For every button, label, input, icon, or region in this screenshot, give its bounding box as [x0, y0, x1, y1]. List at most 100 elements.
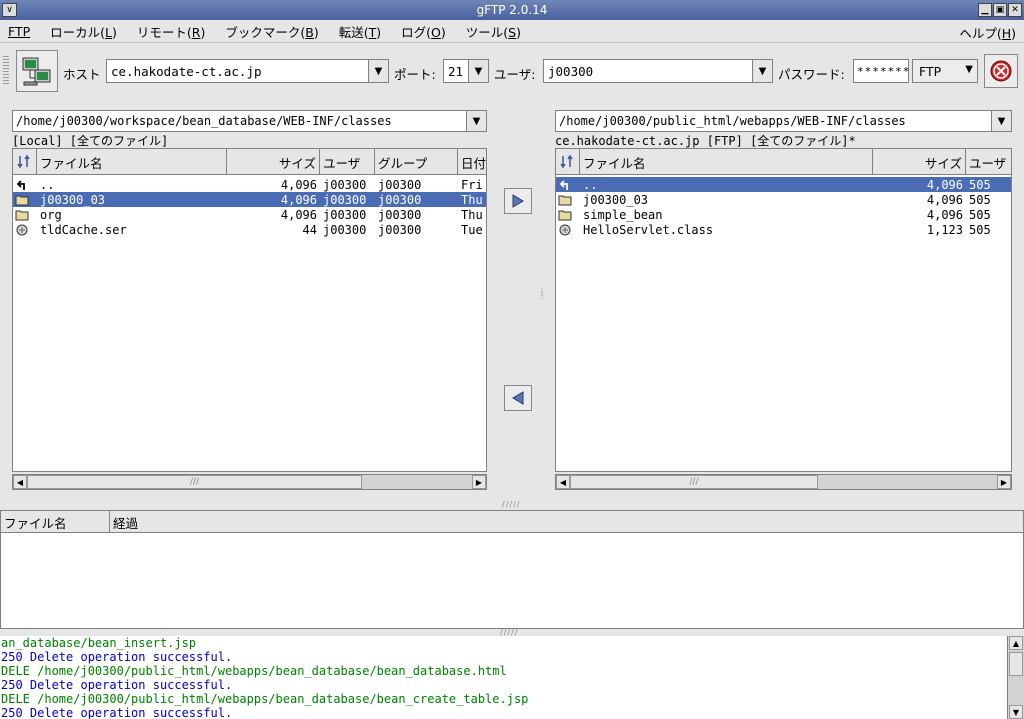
menu-log[interactable]: ログ(O) — [397, 22, 450, 41]
window-menu-icon[interactable]: ∨ — [2, 3, 17, 17]
upload-button[interactable] — [504, 188, 532, 214]
local-path-combo[interactable]: /home/j00300/workspace/bean_database/WEB… — [12, 110, 487, 132]
menu-help[interactable]: ヘルプ(H) — [959, 23, 1016, 42]
log-line: DELE /home/j00300/public_html/webapps/be… — [1, 692, 529, 706]
log-vscroll-thumb[interactable] — [1009, 652, 1023, 676]
minimize-icon[interactable]: ▁ — [978, 3, 992, 17]
local-file-list[interactable]: ファイル名 サイズ ユーザ グループ 日付 .. 4,096 j00300 j0030… — [12, 148, 487, 472]
title-bar: ∨ gFTP 2.0.14 ▁ ▣ ✕ — [0, 0, 1024, 20]
menu-bookmarks[interactable]: ブックマーク(B) — [221, 22, 322, 41]
remote-col-name[interactable]: ファイル名 — [580, 149, 873, 175]
up-dir-icon — [15, 179, 29, 191]
file-user: 505 — [969, 207, 991, 222]
log-line: DELE /home/j00300/public_html/webapps/be… — [1, 664, 507, 678]
scroll-up-icon[interactable]: ▲ — [1009, 636, 1023, 650]
scroll-down-icon[interactable]: ▼ — [1009, 705, 1023, 719]
menu-transfer[interactable]: 転送(T) — [335, 22, 385, 41]
local-hscrollbar[interactable]: ◀ /// ▶ — [12, 474, 487, 490]
pane-divider-grip[interactable]: ⋮⋮ — [538, 288, 546, 300]
remote-file-row[interactable]: HelloServlet.class 1,123 505 — [556, 222, 1011, 237]
maximize-icon[interactable]: ▣ — [993, 3, 1007, 17]
remote-file-row[interactable]: .. 4,096 505 — [556, 177, 1011, 192]
menu-ftp[interactable]: FTP — [4, 24, 34, 39]
local-file-row[interactable]: org 4,096 j00300 j00300 Thu — [13, 207, 486, 222]
remote-hscrollbar[interactable]: ◀ /// ▶ — [555, 474, 1012, 490]
file-date: Fri — [461, 177, 483, 192]
host-label: ホスト — [63, 67, 101, 82]
file-name: org — [40, 207, 62, 222]
queue-header: ファイル名 経過 — [1, 511, 1023, 533]
remote-path-combo[interactable]: /home/j00300/public_html/webapps/WEB-INF… — [555, 110, 1012, 132]
file-size: 4,096 — [926, 207, 963, 222]
menu-bar: FTP ローカル(L) リモート(R) ブックマーク(B) 転送(T) ログ(O… — [0, 20, 1024, 43]
file-date: Tue — [461, 222, 483, 237]
local-col-user[interactable]: ユーザ — [320, 149, 375, 175]
local-col-date[interactable]: 日付 — [458, 149, 486, 175]
local-list-header: ファイル名 サイズ ユーザ グループ 日付 — [13, 149, 486, 175]
file-size: 4,096 — [280, 192, 317, 207]
local-col-group[interactable]: グループ — [375, 149, 458, 175]
remote-file-list[interactable]: ファイル名 サイズ ユーザ .. 4,096 505 j00300_03 4,096 50… — [555, 148, 1012, 472]
scroll-right-icon[interactable]: ▶ — [472, 475, 486, 489]
local-file-row[interactable]: .. 4,096 j00300 j00300 Fri — [13, 177, 486, 192]
chevron-down-icon[interactable]: ▼ — [466, 111, 486, 131]
password-label: パスワード: — [778, 67, 845, 82]
remote-path-input[interactable]: /home/j00300/public_html/webapps/WEB-INF… — [556, 114, 991, 128]
menu-local[interactable]: ローカル(L) — [46, 22, 121, 41]
user-input[interactable]: j00300 — [544, 64, 752, 79]
sort-icon[interactable] — [556, 149, 580, 175]
remote-file-row[interactable]: simple_bean 4,096 505 — [556, 207, 1011, 222]
remote-hscroll-thumb[interactable]: /// — [570, 475, 818, 489]
chevron-down-icon: ▼ — [965, 64, 973, 75]
scroll-right-icon[interactable]: ▶ — [997, 475, 1011, 489]
remote-file-row[interactable]: j00300_03 4,096 505 — [556, 192, 1011, 207]
transfer-queue[interactable]: ファイル名 経過 — [0, 510, 1024, 629]
toolbar: ホスト ce.hakodate-ct.ac.jp ▼ ポート: 21 ▼ ユーザ… — [0, 44, 1024, 100]
pane-divider-grip[interactable]: ///// — [502, 500, 520, 509]
log-vscrollbar[interactable]: ▲ ▼ — [1007, 636, 1024, 719]
close-icon[interactable]: ✕ — [1008, 3, 1022, 17]
local-path-input[interactable]: /home/j00300/workspace/bean_database/WEB… — [13, 114, 466, 128]
log-view[interactable]: an_database/bean_insert.jsp 250 Delete op… — [0, 636, 1024, 719]
file-icon — [558, 224, 572, 236]
file-user: j00300 — [323, 222, 367, 237]
log-line: an_database/bean_insert.jsp — [1, 636, 197, 650]
user-combo[interactable]: j00300 ▼ — [543, 59, 773, 83]
toolbar-grip[interactable] — [3, 56, 9, 84]
file-group: j00300 — [378, 177, 422, 192]
chevron-down-icon[interactable]: ▼ — [752, 60, 772, 82]
disconnect-button[interactable] — [984, 54, 1018, 88]
chevron-down-icon[interactable]: ▼ — [368, 60, 388, 82]
folder-icon — [558, 194, 572, 206]
queue-col-progress[interactable]: 経過 — [110, 511, 1023, 533]
local-col-name[interactable]: ファイル名 — [37, 149, 227, 175]
file-user: 505 — [969, 192, 991, 207]
remote-col-user[interactable]: ユーザ — [966, 149, 1011, 175]
scroll-left-icon[interactable]: ◀ — [556, 475, 570, 489]
local-status: [Local] [全てのファイル] — [12, 134, 169, 148]
file-date: Thu — [461, 207, 483, 222]
chevron-down-icon[interactable]: ▼ — [468, 60, 488, 82]
local-col-size[interactable]: サイズ — [227, 149, 320, 175]
queue-col-filename[interactable]: ファイル名 — [1, 511, 110, 533]
local-hscroll-thumb[interactable]: /// — [27, 475, 362, 489]
log-line: 250 Delete operation successful. — [1, 706, 233, 719]
remote-col-size[interactable]: サイズ — [873, 149, 966, 175]
menu-remote[interactable]: リモート(R) — [133, 22, 209, 41]
connect-button[interactable] — [16, 50, 58, 92]
local-file-row[interactable]: j00300_03 4,096 j00300 j00300 Thu — [13, 192, 486, 207]
host-combo[interactable]: ce.hakodate-ct.ac.jp ▼ — [106, 59, 389, 83]
password-input[interactable]: ******* — [853, 59, 909, 83]
sort-icon[interactable] — [13, 149, 37, 175]
download-button[interactable] — [504, 385, 532, 411]
chevron-down-icon[interactable]: ▼ — [991, 111, 1011, 131]
host-input[interactable]: ce.hakodate-ct.ac.jp — [107, 64, 368, 79]
scroll-left-icon[interactable]: ◀ — [13, 475, 27, 489]
stop-icon — [990, 60, 1012, 82]
local-file-row[interactable]: tldCache.ser 44 j00300 j00300 Tue — [13, 222, 486, 237]
up-dir-icon — [558, 179, 572, 191]
port-combo[interactable]: 21 ▼ — [443, 59, 489, 83]
protocol-select[interactable]: FTP ▼ — [912, 59, 978, 83]
menu-tools[interactable]: ツール(S) — [462, 22, 525, 41]
port-input[interactable]: 21 — [444, 64, 468, 79]
